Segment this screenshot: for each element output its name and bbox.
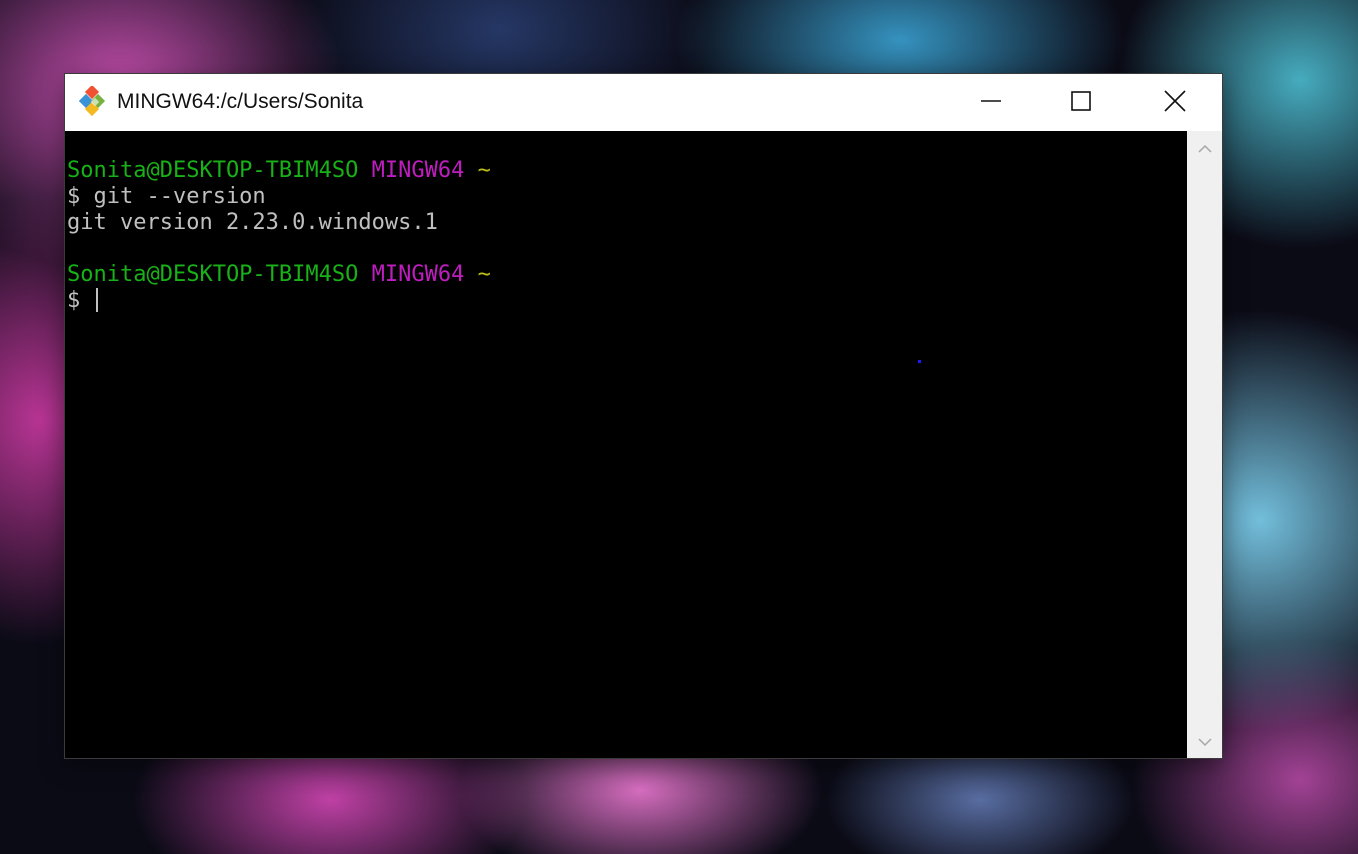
command-output: git version 2.23.0.windows.1 [67, 210, 438, 235]
prompt-system: MINGW64 [371, 158, 465, 183]
vertical-scrollbar[interactable] [1187, 131, 1222, 758]
scroll-up-button[interactable] [1187, 131, 1222, 165]
prompt-path: ~ [477, 262, 491, 287]
prompt-user-host: Sonita@DESKTOP-TBIM4SO [67, 158, 359, 183]
scroll-down-button[interactable] [1187, 724, 1222, 758]
chevron-down-icon [1197, 732, 1212, 751]
terminal-window: MINGW64:/c/Users/Sonita Sonita@DESKTOP-T… [65, 74, 1222, 758]
close-button[interactable] [1152, 74, 1198, 131]
input-prompt: $ [67, 288, 94, 313]
minimize-button[interactable] [968, 74, 1014, 131]
scroll-track[interactable] [1187, 165, 1222, 724]
terminal-area[interactable]: Sonita@DESKTOP-TBIM4SO MINGW64 ~ $ git -… [65, 131, 1187, 758]
chevron-up-icon [1197, 139, 1212, 158]
git-for-windows-icon [78, 84, 111, 118]
text-cursor [95, 288, 98, 312]
close-icon [1163, 89, 1187, 117]
prompt-path: ~ [477, 158, 491, 183]
window-title: MINGW64:/c/Users/Sonita [117, 90, 364, 113]
maximize-button[interactable] [1058, 74, 1104, 131]
prompt-line: Sonita@DESKTOP-TBIM4SO MINGW64 ~ [65, 262, 1187, 288]
command-line: $ git --version [67, 184, 266, 209]
stray-pixel [918, 360, 921, 363]
minimize-icon [980, 90, 1002, 116]
title-bar[interactable]: MINGW64:/c/Users/Sonita [65, 74, 1222, 131]
maximize-icon [1070, 90, 1092, 116]
input-line[interactable]: $ [65, 288, 1187, 314]
prompt-system: MINGW64 [371, 262, 465, 287]
prompt-line: Sonita@DESKTOP-TBIM4SO MINGW64 ~ [65, 158, 1187, 184]
prompt-user-host: Sonita@DESKTOP-TBIM4SO [67, 262, 359, 287]
